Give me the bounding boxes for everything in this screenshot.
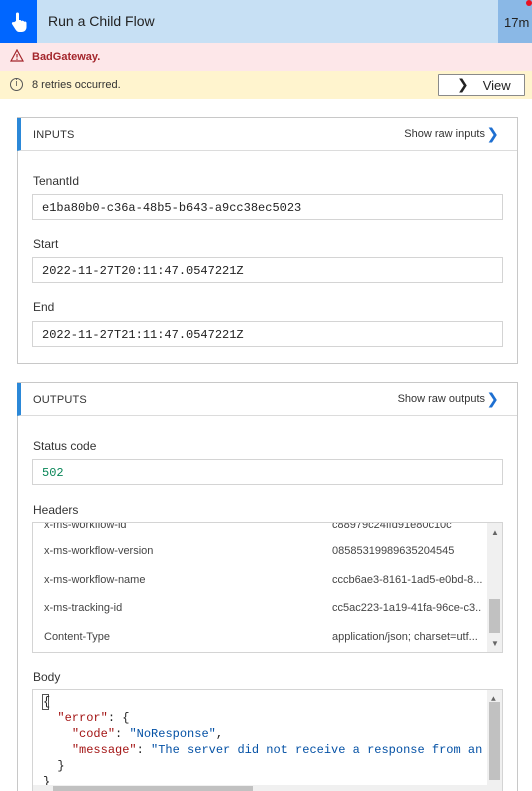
tenantid-field[interactable]: e1ba80b0-c36a-48b5-b643-a9cc38ec5023 xyxy=(32,194,503,220)
body-scrollbar[interactable]: ▲ xyxy=(487,690,502,791)
hand-pointer-icon xyxy=(0,0,37,43)
warning-icon xyxy=(9,48,25,67)
header-value: application/json; charset=utf... xyxy=(332,631,478,643)
flow-run-details: Run a Child Flow 17m BadGateway. i 8 ret… xyxy=(0,0,532,791)
status-code-field[interactable]: 502 xyxy=(32,459,503,485)
status-dot xyxy=(526,0,532,6)
inputs-title: INPUTS xyxy=(33,129,75,141)
table-row: x-ms-tracking-id cc5ac223-1a19-41fa-96ce… xyxy=(33,598,488,618)
scroll-up-icon[interactable]: ▲ xyxy=(491,528,499,537)
table-row: x-ms-workflow-version 085853199896352045… xyxy=(33,541,488,561)
chevron-right-icon[interactable]: ❯ xyxy=(486,390,499,408)
header-value: cc5ac223-1a19-41fa-96ce-c3... xyxy=(332,602,482,614)
table-row: x-ms-workflow-id c88979c24ffd91e80c10c xyxy=(33,522,488,535)
view-button-label: View xyxy=(482,77,511,93)
outputs-title: OUTPUTS xyxy=(33,394,87,406)
header-key: Content-Type xyxy=(44,631,111,643)
table-row: x-ms-workflow-name cccb6ae3-8161-1ad5-e0… xyxy=(33,570,488,590)
scroll-thumb[interactable] xyxy=(489,599,500,633)
end-label: End xyxy=(33,300,55,314)
body-code: { "error": { "code": "NoResponse", "mess… xyxy=(43,695,503,789)
inputs-section: INPUTS Show raw inputs ❯ TenantId e1ba80… xyxy=(17,117,518,364)
headers-scrollbar[interactable]: ▲ ▼ xyxy=(487,523,502,652)
action-duration: 17m xyxy=(498,0,532,43)
body-horizontal-scrollbar[interactable] xyxy=(33,785,489,791)
info-icon: i xyxy=(10,78,23,91)
header-key: x-ms-workflow-version xyxy=(44,545,154,557)
start-label: Start xyxy=(33,237,59,251)
outputs-section: OUTPUTS Show raw outputs ❯ Status code 5… xyxy=(17,382,518,791)
start-field[interactable]: 2022-11-27T20:11:47.0547221Z xyxy=(32,257,503,283)
end-field[interactable]: 2022-11-27T21:11:47.0547221Z xyxy=(32,321,503,347)
action-title: Run a Child Flow xyxy=(48,13,155,29)
body-label: Body xyxy=(33,670,61,684)
table-row: Content-Type application/json; charset=u… xyxy=(33,627,488,647)
status-code-label: Status code xyxy=(33,439,97,453)
header-value: cccb6ae3-8161-1ad5-e0bd-8... xyxy=(332,574,482,586)
headers-label: Headers xyxy=(33,503,79,517)
headers-table[interactable]: x-ms-workflow-id c88979c24ffd91e80c10c x… xyxy=(32,522,503,653)
scroll-thumb[interactable] xyxy=(489,702,500,780)
header-value: c88979c24ffd91e80c10c xyxy=(332,522,452,531)
header-key: x-ms-workflow-id xyxy=(44,522,127,531)
show-raw-inputs-link[interactable]: Show raw inputs xyxy=(404,128,485,140)
body-code-view[interactable]: { "error": { "code": "NoResponse", "mess… xyxy=(32,689,503,791)
tenantid-label: TenantId xyxy=(33,174,80,188)
error-text: BadGateway. xyxy=(32,51,101,63)
header-key: x-ms-tracking-id xyxy=(44,602,123,614)
header-key: x-ms-workflow-name xyxy=(44,574,146,586)
show-raw-outputs-link[interactable]: Show raw outputs xyxy=(398,393,485,405)
retries-text: 8 retries occurred. xyxy=(32,79,121,91)
error-banner: BadGateway. xyxy=(0,43,532,71)
chevron-right-icon: ❯ xyxy=(457,77,469,93)
scroll-down-icon[interactable]: ▼ xyxy=(491,639,499,648)
view-retries-button[interactable]: ❯ View xyxy=(438,74,525,96)
scroll-thumb[interactable] xyxy=(53,786,253,791)
header-value: 08585319989635204545 xyxy=(332,545,455,557)
action-header[interactable]: Run a Child Flow 17m xyxy=(0,0,532,43)
inputs-header: INPUTS Show raw inputs ❯ xyxy=(17,118,517,151)
chevron-right-icon[interactable]: ❯ xyxy=(486,125,499,143)
outputs-header: OUTPUTS Show raw outputs ❯ xyxy=(17,383,517,416)
